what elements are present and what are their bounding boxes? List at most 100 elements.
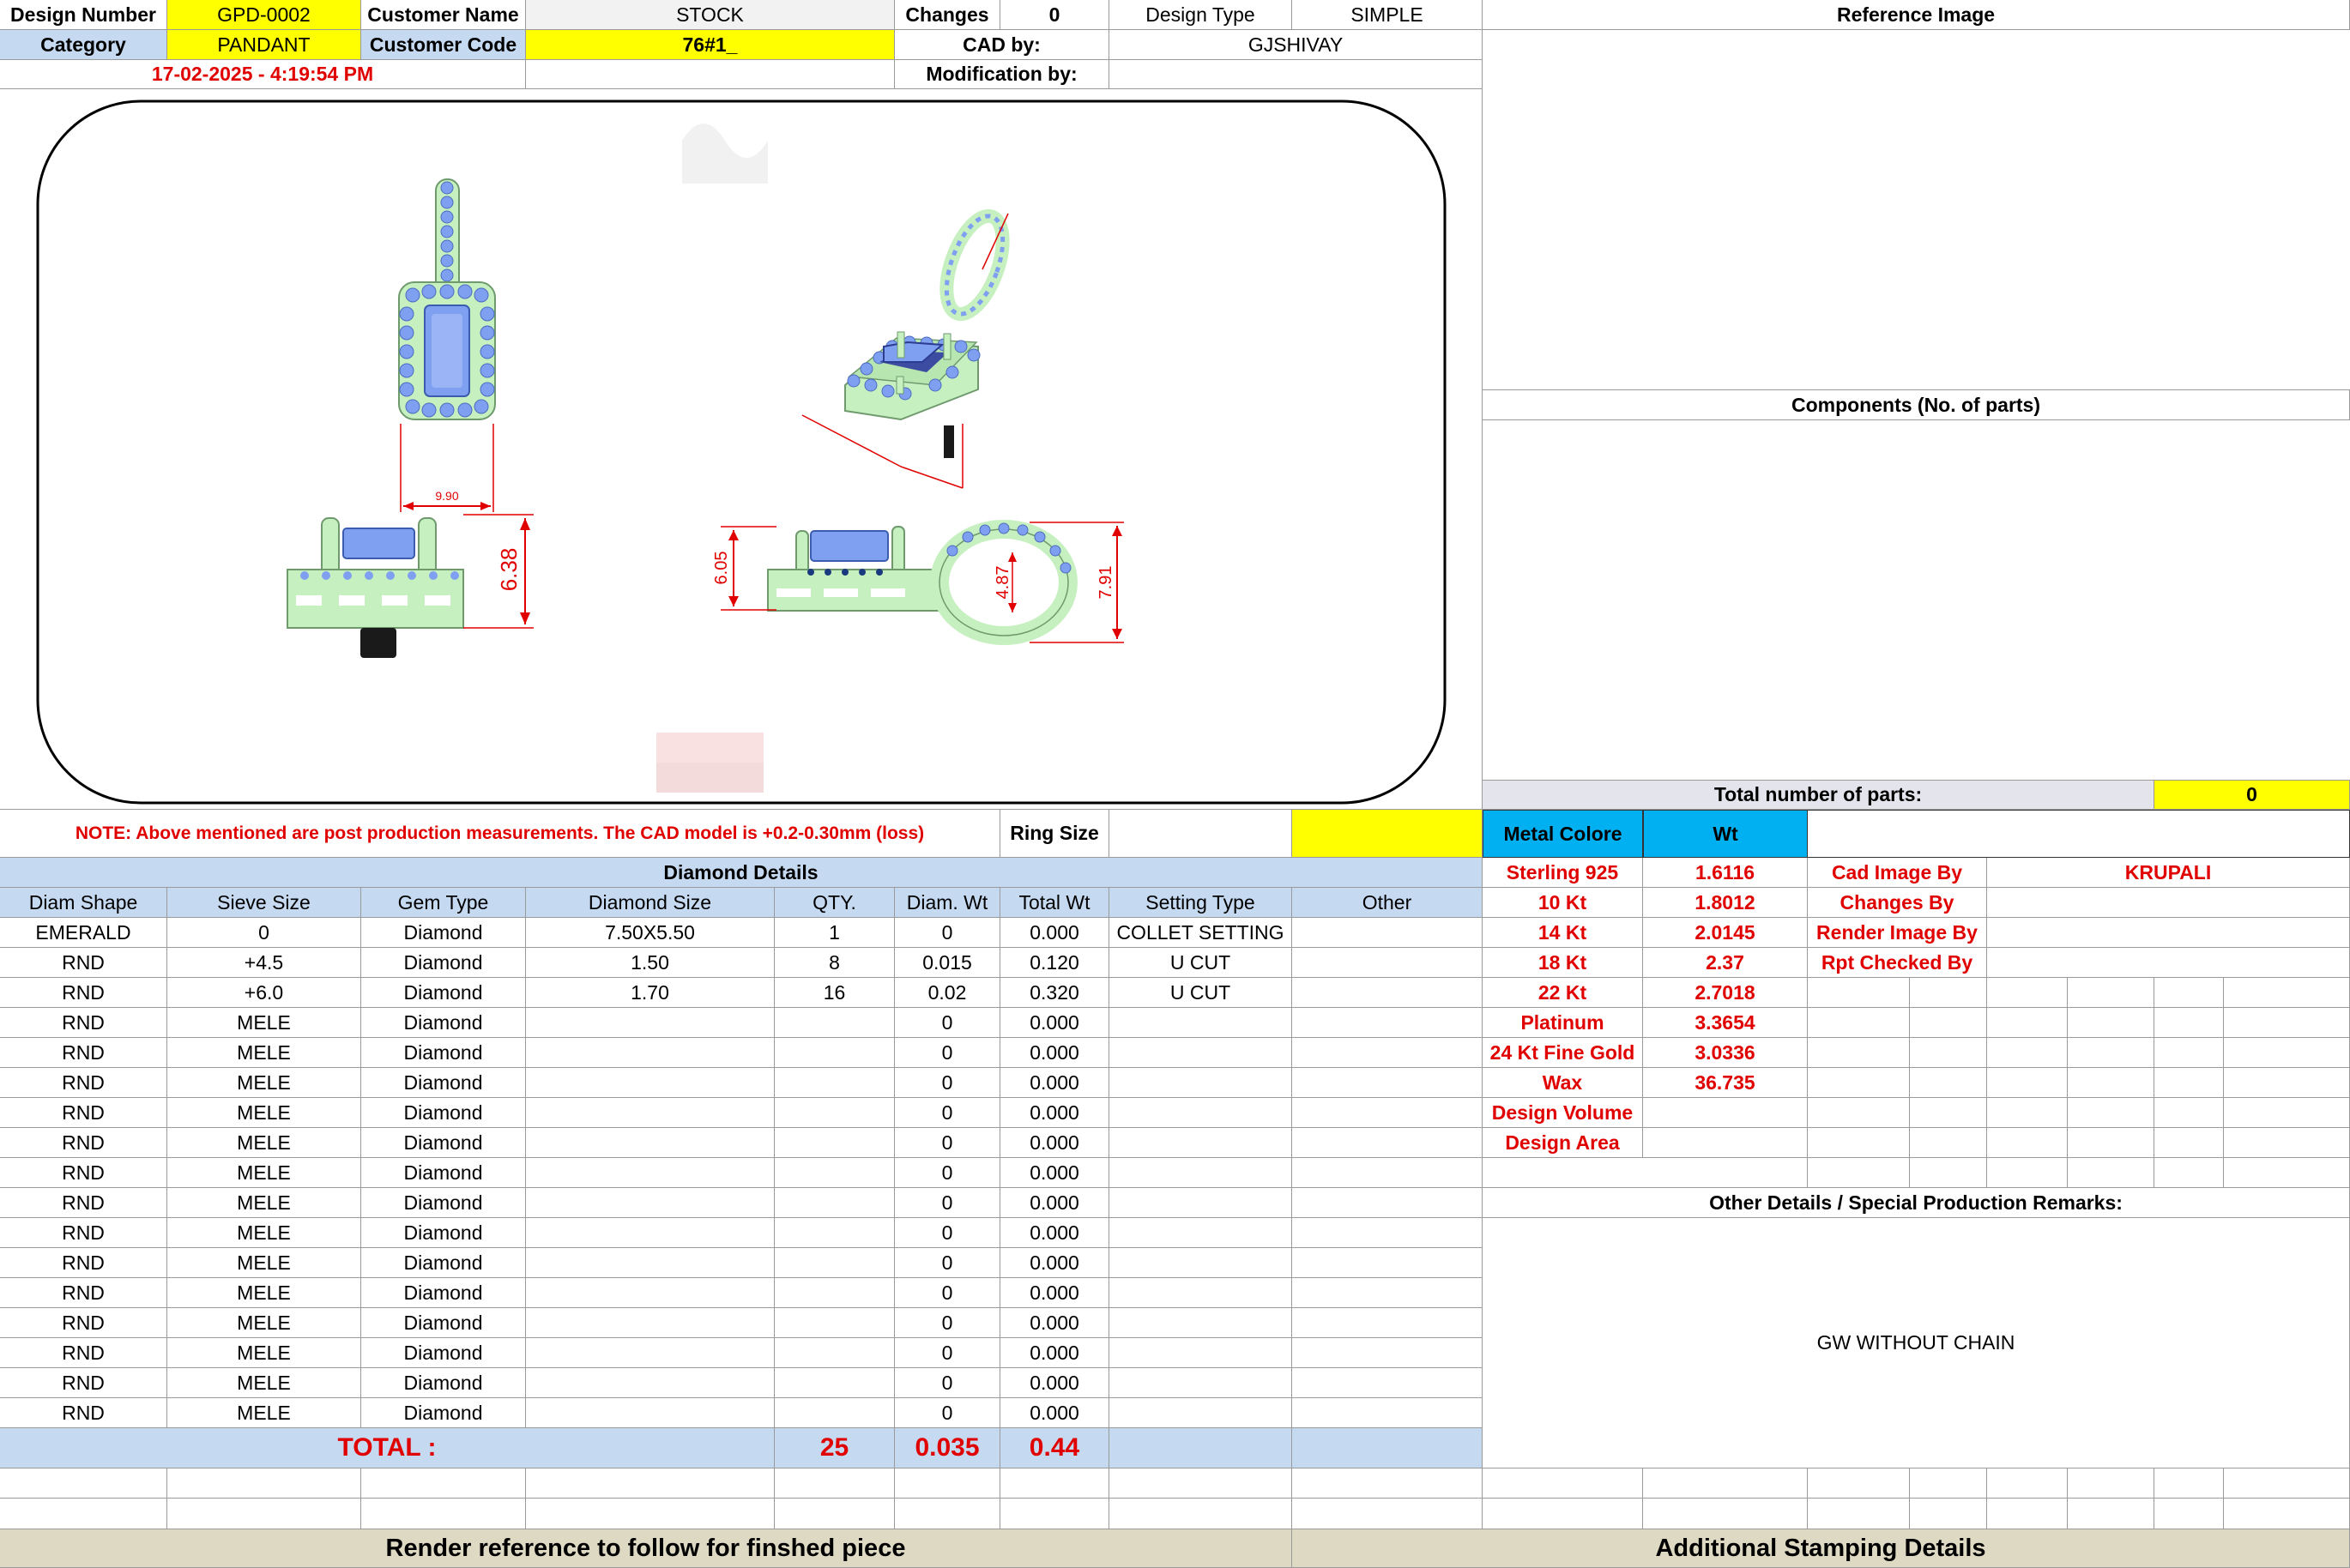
diamond-cell[interactable] [526, 1068, 775, 1098]
diamond-cell[interactable] [775, 1098, 895, 1128]
diamond-cell[interactable]: RND [0, 1098, 167, 1128]
diamond-cell[interactable] [1109, 1278, 1292, 1308]
modification-by-value[interactable] [1109, 60, 1483, 89]
cad-image-by-value[interactable]: KRUPALI [1987, 858, 2350, 888]
diamond-cell[interactable] [775, 1308, 895, 1338]
blank-grid-cell[interactable] [1808, 1499, 1910, 1529]
diamond-cell[interactable]: Diamond [361, 978, 526, 1008]
diamond-cell[interactable] [1292, 1248, 1483, 1278]
diamond-cell[interactable] [775, 1278, 895, 1308]
staff-grid-cell[interactable] [1808, 1008, 1910, 1038]
diamond-cell[interactable]: 0.000 [1000, 1128, 1109, 1158]
diamond-cell[interactable] [1109, 1398, 1292, 1428]
staff-grid-cell[interactable] [1910, 1098, 1987, 1128]
blank-grid-cell[interactable] [2068, 1499, 2154, 1529]
diamond-cell[interactable] [775, 1248, 895, 1278]
diamond-cell[interactable] [526, 1248, 775, 1278]
diamond-cell[interactable]: RND [0, 1308, 167, 1338]
diamond-cell[interactable]: RND [0, 1248, 167, 1278]
diamond-cell[interactable]: EMERALD [0, 918, 167, 948]
remarks-text[interactable]: GW WITHOUT CHAIN [1483, 1218, 2350, 1468]
diamond-cell[interactable]: MELE [167, 1158, 361, 1188]
diamond-cell[interactable] [1109, 1038, 1292, 1068]
diamond-cell[interactable] [1292, 948, 1483, 978]
staff-grid-cell[interactable] [2068, 1038, 2154, 1068]
diamond-cell[interactable] [1292, 1188, 1483, 1218]
diamond-cell[interactable]: RND [0, 1008, 167, 1038]
diamond-cell[interactable]: 0 [895, 1098, 1000, 1128]
staff-grid-cell[interactable] [1808, 1068, 1910, 1098]
staff-grid-cell[interactable] [1987, 1068, 2068, 1098]
diamond-cell[interactable]: 0.000 [1000, 1068, 1109, 1098]
diamond-cell[interactable]: RND [0, 1218, 167, 1248]
diamond-cell[interactable] [775, 1398, 895, 1428]
diamond-cell[interactable] [526, 1128, 775, 1158]
staff-grid-cell[interactable] [1910, 1008, 1987, 1038]
diamond-cell[interactable] [1292, 1158, 1483, 1188]
render-image-by-value[interactable] [1987, 918, 2350, 948]
diamond-cell[interactable]: 0 [167, 918, 361, 948]
diamond-cell[interactable]: Diamond [361, 1188, 526, 1218]
diamond-cell[interactable]: 0.000 [1000, 1368, 1109, 1398]
diamond-cell[interactable]: 0.000 [1000, 1188, 1109, 1218]
diamond-cell[interactable]: MELE [167, 1308, 361, 1338]
staff-grid-cell[interactable] [2154, 978, 2224, 1008]
diamond-cell[interactable] [526, 1188, 775, 1218]
diamond-cell[interactable]: 0 [895, 1338, 1000, 1368]
metal-weight[interactable]: 2.0145 [1643, 918, 1808, 948]
changes-by-value[interactable] [1987, 888, 2350, 918]
blank-grid-cell[interactable] [0, 1499, 167, 1529]
diamond-cell[interactable]: Diamond [361, 1218, 526, 1248]
diamond-cell[interactable]: 0.000 [1000, 918, 1109, 948]
diamond-cell[interactable] [775, 1368, 895, 1398]
diamond-cell[interactable]: 0 [895, 1398, 1000, 1428]
diamond-cell[interactable]: RND [0, 948, 167, 978]
diamond-cell[interactable] [526, 1278, 775, 1308]
design-number-value[interactable]: GPD-0002 [167, 0, 361, 30]
diamond-cell[interactable]: 1.70 [526, 978, 775, 1008]
diamond-cell[interactable] [1292, 918, 1483, 948]
diamond-cell[interactable]: Diamond [361, 1278, 526, 1308]
diamond-cell[interactable]: 0.000 [1000, 1398, 1109, 1428]
diamond-cell[interactable] [775, 1338, 895, 1368]
diamond-cell[interactable]: Diamond [361, 1338, 526, 1368]
diamond-cell[interactable]: MELE [167, 1368, 361, 1398]
blank-grid-cell[interactable] [1000, 1499, 1109, 1529]
diamond-cell[interactable] [1109, 1068, 1292, 1098]
metal-weight[interactable]: 3.3654 [1643, 1008, 1808, 1038]
diamond-cell[interactable]: RND [0, 1158, 167, 1188]
metal-weight[interactable]: 1.8012 [1643, 888, 1808, 918]
diamond-cell[interactable]: Diamond [361, 1128, 526, 1158]
blank-grid-cell[interactable] [1000, 1468, 1109, 1499]
diamond-cell[interactable]: MELE [167, 1278, 361, 1308]
diamond-cell[interactable]: 16 [775, 978, 895, 1008]
diamond-cell[interactable] [1292, 1098, 1483, 1128]
diamond-cell[interactable]: 0 [895, 1308, 1000, 1338]
diamond-cell[interactable] [1109, 1188, 1292, 1218]
diamond-cell[interactable] [526, 1038, 775, 1068]
diamond-cell[interactable]: 0.000 [1000, 1278, 1109, 1308]
diamond-cell[interactable] [1109, 1308, 1292, 1338]
blank-grid-cell[interactable] [1483, 1499, 1643, 1529]
diamond-cell[interactable]: 0 [895, 1368, 1000, 1398]
diamond-cell[interactable] [526, 1308, 775, 1338]
diamond-cell[interactable]: MELE [167, 1188, 361, 1218]
diamond-cell[interactable]: 0 [895, 1248, 1000, 1278]
staff-grid-cell[interactable] [1987, 1098, 2068, 1128]
customer-name-value[interactable]: STOCK [526, 0, 895, 30]
total-parts-value[interactable]: 0 [2154, 781, 2350, 810]
blank-grid-cell[interactable] [1910, 1468, 1987, 1499]
diamond-cell[interactable] [775, 1038, 895, 1068]
diamond-cell[interactable]: 1 [775, 918, 895, 948]
diamond-cell[interactable]: 0.000 [1000, 1308, 1109, 1338]
diamond-cell[interactable]: U CUT [1109, 978, 1292, 1008]
diamond-cell[interactable] [1292, 1368, 1483, 1398]
diamond-cell[interactable] [1292, 978, 1483, 1008]
diamond-cell[interactable]: RND [0, 1398, 167, 1428]
diamond-cell[interactable]: 7.50X5.50 [526, 918, 775, 948]
staff-grid-cell[interactable] [1808, 1098, 1910, 1128]
diamond-cell[interactable] [1292, 1128, 1483, 1158]
diamond-cell[interactable] [1109, 1158, 1292, 1188]
staff-grid-cell[interactable] [2224, 1128, 2350, 1158]
blank-grid-cell[interactable] [361, 1468, 526, 1499]
